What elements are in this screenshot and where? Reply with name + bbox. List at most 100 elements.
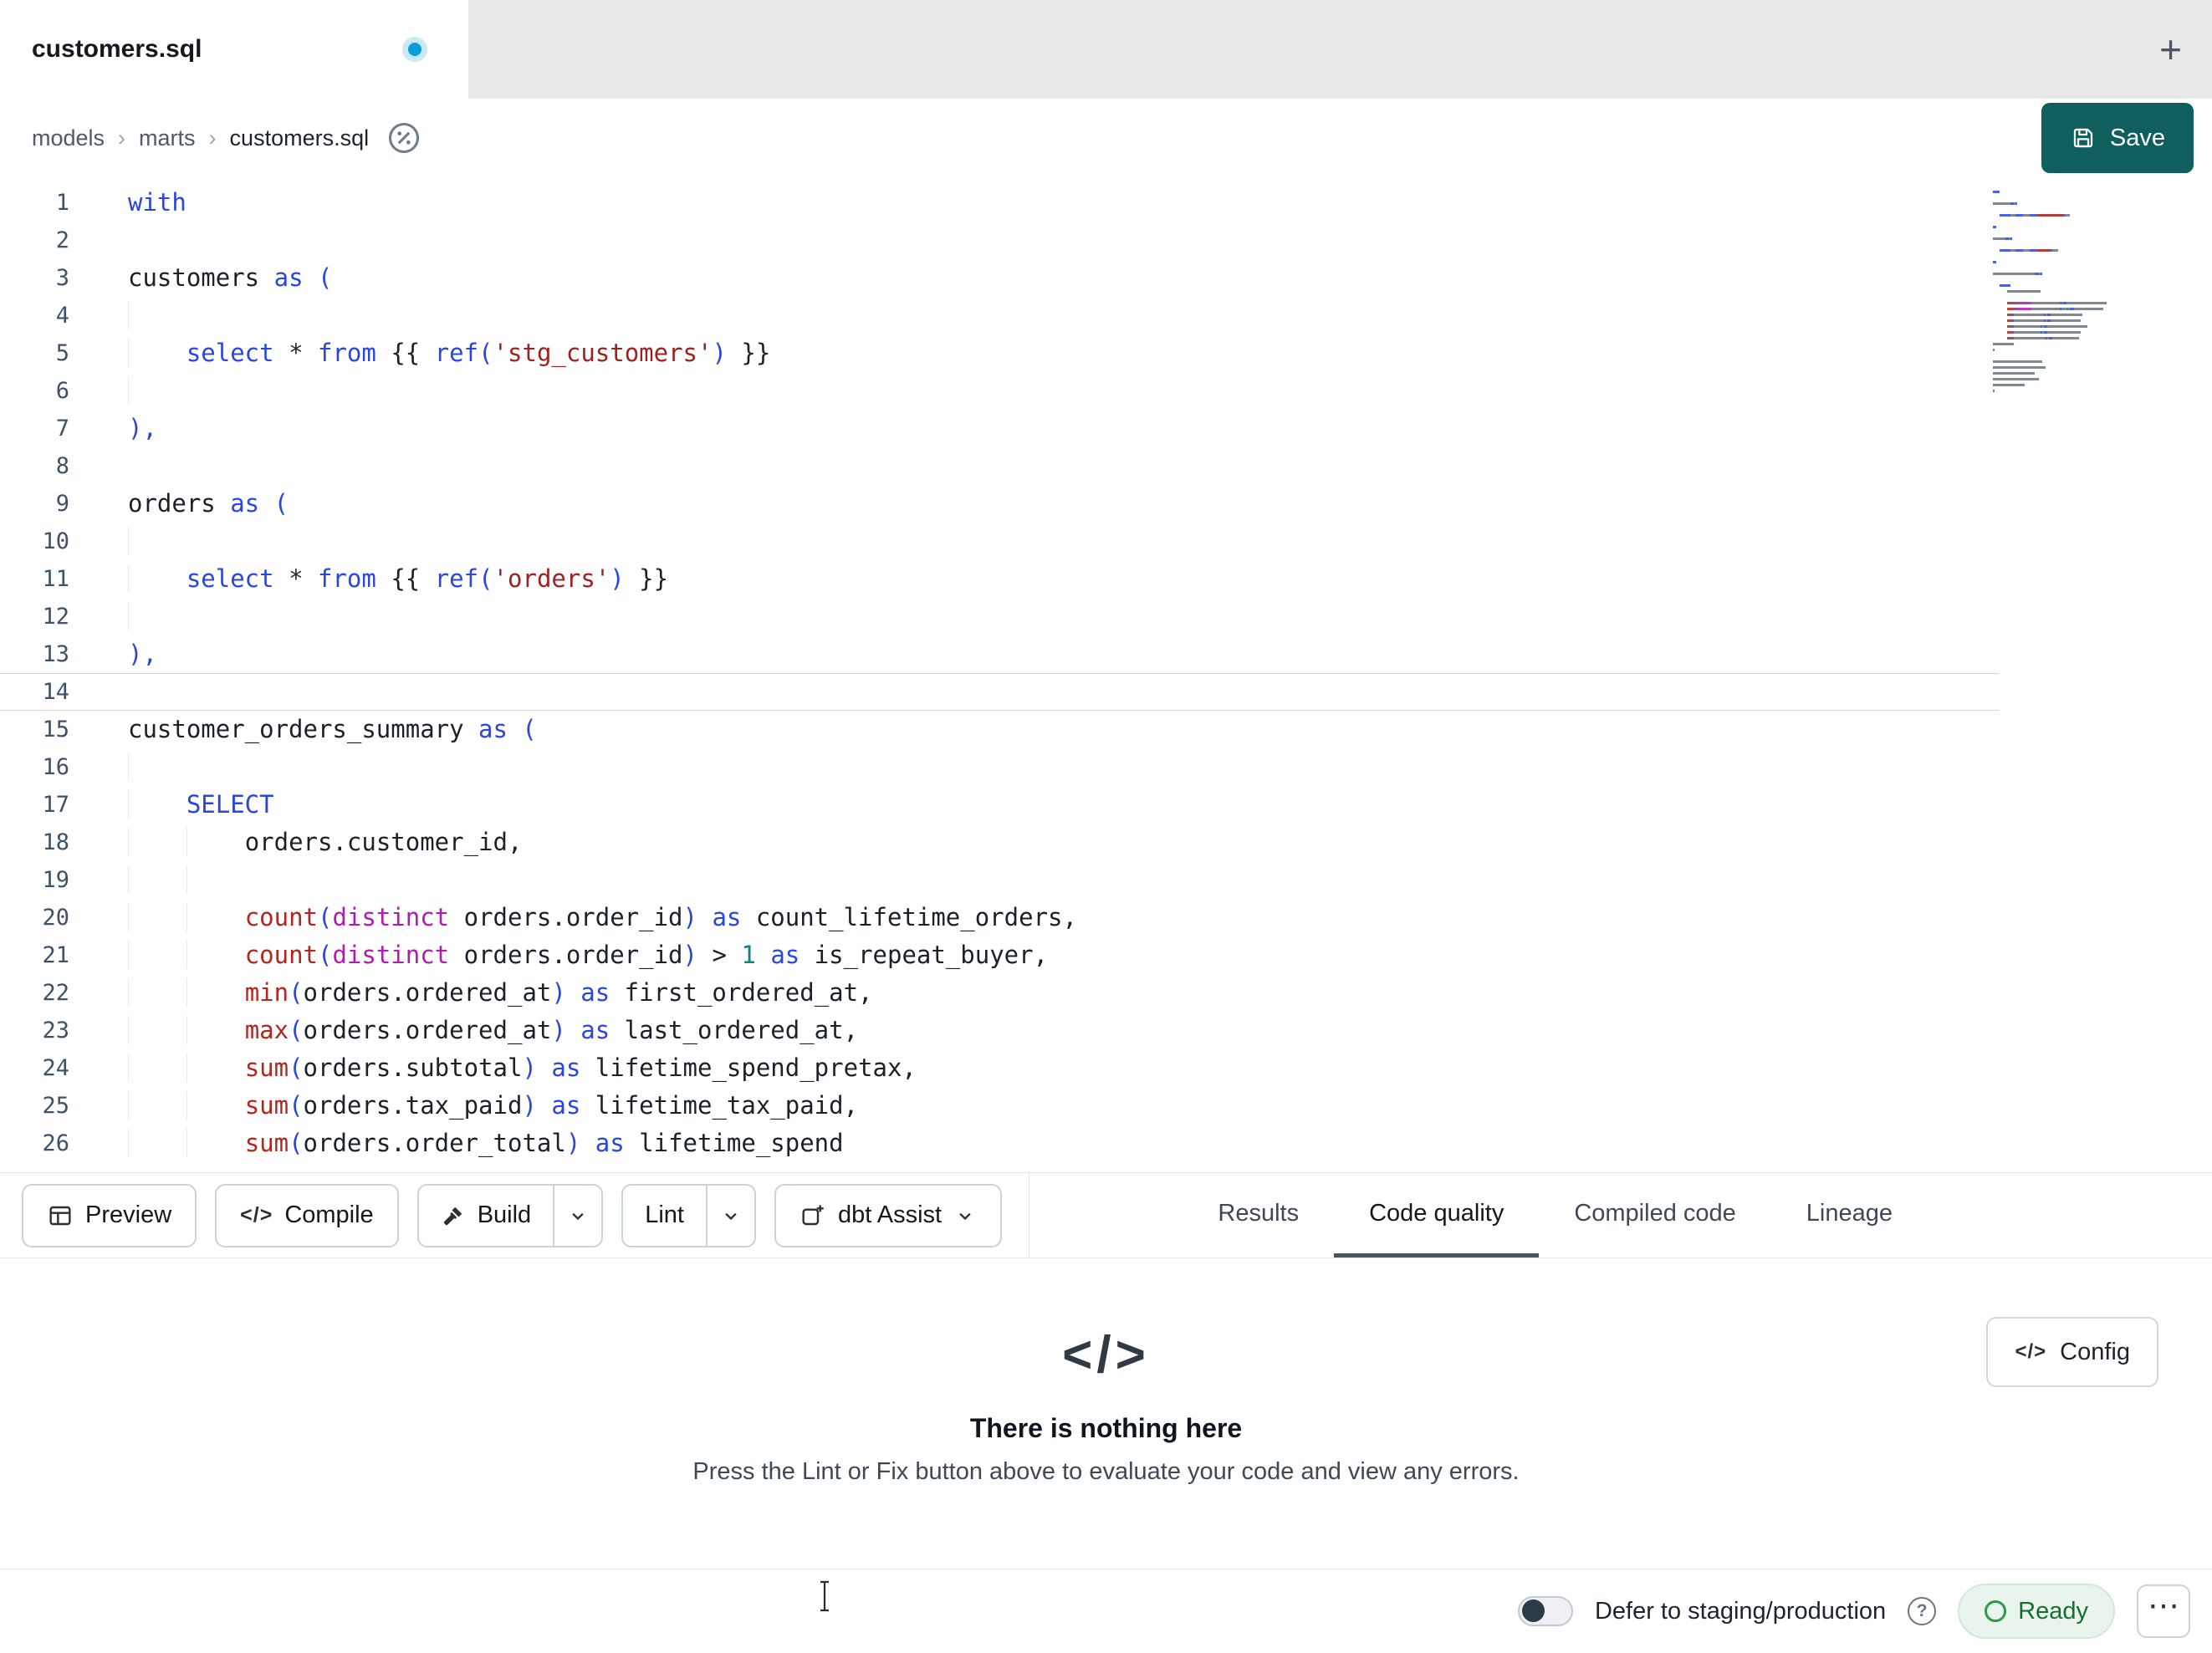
code-token: ( (289, 1016, 304, 1044)
minimap-segment (1993, 214, 2000, 217)
preview-label: Preview (85, 1201, 172, 1228)
code-line-3[interactable]: 3 customers as ( (0, 259, 1999, 297)
code-token: orders.ordered_at (303, 1016, 552, 1044)
minimap-segment (1993, 290, 2000, 293)
code-line-17[interactable]: 17 SELECT (0, 786, 1999, 824)
code-token: distinct (332, 941, 450, 969)
code-line-22[interactable]: 22 min(orders.ordered_at) as first_order… (0, 974, 1999, 1012)
code-line-25[interactable]: 25 sum(orders.tax_paid) as lifetime_tax_… (0, 1087, 1999, 1125)
dbt-assist-button[interactable]: dbt Assist (774, 1183, 1003, 1247)
code-token: {{ (375, 339, 435, 367)
build-button-group: Build (416, 1183, 604, 1247)
minimap-segment (1993, 255, 2000, 258)
code-line-23[interactable]: 23 max(orders.ordered_at) as last_ordere… (0, 1012, 1999, 1049)
panel-tab-code-quality[interactable]: Code quality (1334, 1173, 1540, 1258)
minimap-segment (2006, 302, 2016, 304)
tab-customers-sql[interactable]: customers.sql (0, 0, 468, 99)
code-line-14[interactable]: 14 (0, 673, 1999, 711)
code-line-6[interactable]: 6 (0, 372, 1999, 410)
lint-button[interactable]: Lint (623, 1186, 706, 1246)
breadcrumb-marts[interactable]: marts (139, 125, 196, 151)
dbt-assist-label: dbt Assist (837, 1201, 943, 1228)
panel-tab-results[interactable]: Results (1183, 1173, 1334, 1258)
code-token: ( (289, 978, 304, 1007)
code-token: count (244, 903, 318, 931)
minimap-segment (1993, 319, 2000, 322)
code-line-10[interactable]: 10 (0, 523, 1999, 560)
minimap-segment (2066, 302, 2107, 304)
minimap-line (1993, 394, 2128, 400)
code-token: ) (682, 903, 697, 931)
code-token: select (186, 564, 274, 593)
minimap-segment (1993, 202, 2010, 205)
minimap-line (1993, 318, 2128, 324)
code-line-13[interactable]: 13), (0, 635, 1999, 673)
code-token: as (770, 941, 800, 969)
new-tab-button[interactable]: + (2154, 29, 2187, 69)
build-button[interactable]: Build (419, 1186, 554, 1246)
code-line-5[interactable]: 5 select * from {{ ref('stg_customers') … (0, 334, 1999, 372)
code-line-12[interactable]: 12 (0, 598, 1999, 635)
minimap[interactable] (1993, 189, 2128, 400)
code-editor[interactable]: 1 with 2 3 customers as (4 5 select * from {… (0, 177, 2212, 1172)
code-line-content (84, 372, 186, 410)
code-line-24[interactable]: 24 sum(orders.subtotal) as lifetime_spen… (0, 1049, 1999, 1087)
code-line-16[interactable]: 16 (0, 748, 1999, 786)
code-line-11[interactable]: 11 select * from {{ ref('orders') }} (0, 560, 1999, 598)
code-token: ) (565, 1129, 581, 1157)
code-line-19[interactable]: 19 (0, 861, 1999, 899)
preview-button[interactable]: Preview (22, 1183, 197, 1247)
code-token: ( (289, 1091, 304, 1120)
minimap-line (1993, 201, 2128, 207)
minimap-segment (1993, 237, 2005, 240)
lint-dropdown-button[interactable] (705, 1185, 754, 1246)
code-line-15[interactable]: 15 customer_orders_summary as ( (0, 711, 1999, 748)
code-line-20[interactable]: 20 count(distinct orders.order_id) as co… (0, 899, 1999, 936)
code-token: with (128, 188, 186, 217)
code-token: orders.order_total (303, 1129, 566, 1157)
line-number: 3 (55, 265, 69, 291)
panel-tab-compiled-code[interactable]: Compiled code (1539, 1173, 1770, 1258)
minimap-segment (2036, 214, 2063, 217)
save-button[interactable]: Save (2041, 103, 2194, 173)
code-line-content (84, 598, 186, 635)
code-lines: 1 with 2 3 customers as (4 5 select * from {… (0, 184, 2212, 1162)
minimap-segment (2022, 214, 2031, 217)
code-line-1[interactable]: 1 with (0, 184, 1999, 222)
line-number: 21 (42, 942, 69, 968)
code-line-8[interactable]: 8 (0, 447, 1999, 485)
format-toggle-button[interactable] (386, 120, 422, 156)
minimap-segment (1993, 325, 2000, 328)
defer-toggle[interactable] (1517, 1596, 1573, 1626)
code-line-21[interactable]: 21 count(distinct orders.order_id) > 1 a… (0, 936, 1999, 974)
code-line-2[interactable]: 2 (0, 222, 1999, 259)
empty-state: </> There is nothing here Press the Lint… (0, 1325, 2212, 1486)
minimap-line (1993, 312, 2128, 318)
code-token: 'orders' (493, 564, 610, 593)
ready-status-badge[interactable]: Ready (1958, 1584, 2115, 1639)
help-icon[interactable]: ? (1908, 1597, 1937, 1625)
unsaved-indicator-dot (408, 43, 421, 56)
code-line-4[interactable]: 4 (0, 297, 1999, 334)
minimap-segment (2000, 314, 2006, 316)
minimap-line (1993, 306, 2128, 312)
code-token: }} (726, 339, 771, 367)
minimap-line (1993, 218, 2128, 224)
breadcrumb-models[interactable]: models (32, 125, 105, 151)
panel-tab-lineage[interactable]: Lineage (1771, 1173, 1928, 1258)
code-line-18[interactable]: 18 orders.customer_id, (0, 824, 1999, 861)
code-token: lifetime_spend (624, 1129, 844, 1157)
code-line-26[interactable]: 26 sum(orders.order_total) as lifetime_s… (0, 1125, 1999, 1162)
minimap-line (1993, 388, 2128, 394)
code-token: min (244, 978, 289, 1007)
build-dropdown-button[interactable] (553, 1185, 601, 1246)
code-line-9[interactable]: 9 orders as ( (0, 485, 1999, 523)
code-line-7[interactable]: 7), (0, 410, 1999, 447)
more-options-button[interactable]: ⋯ (2137, 1584, 2190, 1638)
compile-button[interactable]: </> Compile (215, 1183, 399, 1247)
